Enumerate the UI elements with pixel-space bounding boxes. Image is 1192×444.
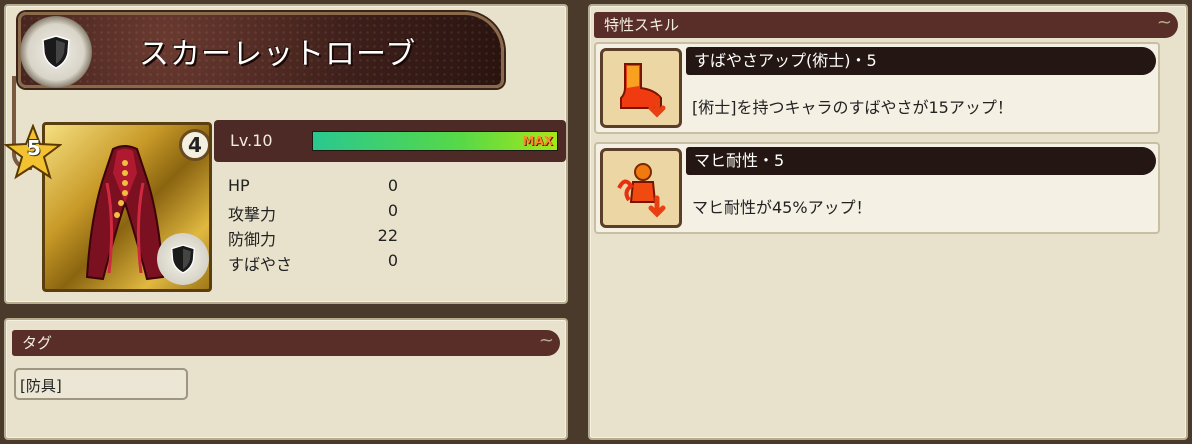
paralysis-resist-icon <box>617 163 666 218</box>
skill-name: すばやさアップ(術士)・5 <box>686 47 1156 75</box>
stat-row-attack: 攻撃力 0 <box>228 201 398 226</box>
skill-description: [術士]を持つキャラのすばやさが15アップ！ <box>692 98 1013 117</box>
stat-value: 0 <box>387 176 398 195</box>
boot-speed-icon <box>620 63 666 118</box>
armor-type-emblem <box>20 16 92 88</box>
stat-value: 0 <box>387 251 398 270</box>
stat-value: 0 <box>387 201 398 220</box>
stat-row-defense: 防御力 22 <box>228 226 398 251</box>
skill-panel: 特性スキル すばやさアップ(術士)・5 [術士]を持つキャラのすばやさが15アッ… <box>588 4 1188 440</box>
level-badge: 4 <box>179 129 209 161</box>
level-label: Lv.10 <box>230 131 273 150</box>
skill-header: 特性スキル <box>594 10 1178 38</box>
item-name: スカーレットローブ <box>139 37 417 72</box>
stat-row-hp: HP 0 <box>228 176 398 201</box>
skill-icon-frame <box>600 48 682 128</box>
item-panel: スカーレットローブ 4 5 Lv.10 MAX HP 0 攻撃力 0 防御力 2… <box>4 4 568 304</box>
rarity-value: 5 <box>27 136 41 160</box>
robe-image <box>85 145 165 281</box>
stat-list: HP 0 攻撃力 0 防御力 22 すばやさ 0 <box>228 176 398 276</box>
shield-icon <box>171 244 195 274</box>
stat-label: 防御力 <box>228 230 277 249</box>
skill-name: マヒ耐性・5 <box>686 147 1156 175</box>
stat-label: すばやさ <box>228 255 293 274</box>
shield-icon <box>42 35 70 69</box>
tag-item[interactable]: [防具] <box>14 368 188 400</box>
skill-icon-frame <box>600 148 682 228</box>
item-card[interactable]: 4 <box>42 122 212 292</box>
tag-header: タグ <box>12 328 560 356</box>
tag-panel: タグ [防具] <box>4 318 568 440</box>
stat-row-speed: すばやさ 0 <box>228 251 398 276</box>
skill-item[interactable]: マヒ耐性・5 マヒ耐性が45%アップ！ <box>594 142 1160 234</box>
level-gauge: MAX <box>312 131 558 151</box>
skill-description: マヒ耐性が45%アップ！ <box>692 198 872 217</box>
stat-value: 22 <box>377 226 398 245</box>
armor-type-badge <box>157 233 209 285</box>
stat-label: HP <box>228 176 250 195</box>
level-bar: Lv.10 MAX <box>214 120 566 162</box>
stat-label: 攻撃力 <box>228 205 277 224</box>
gauge-max-label: MAX <box>522 134 553 148</box>
skill-item[interactable]: すばやさアップ(術士)・5 [術士]を持つキャラのすばやさが15アップ！ <box>594 42 1160 134</box>
